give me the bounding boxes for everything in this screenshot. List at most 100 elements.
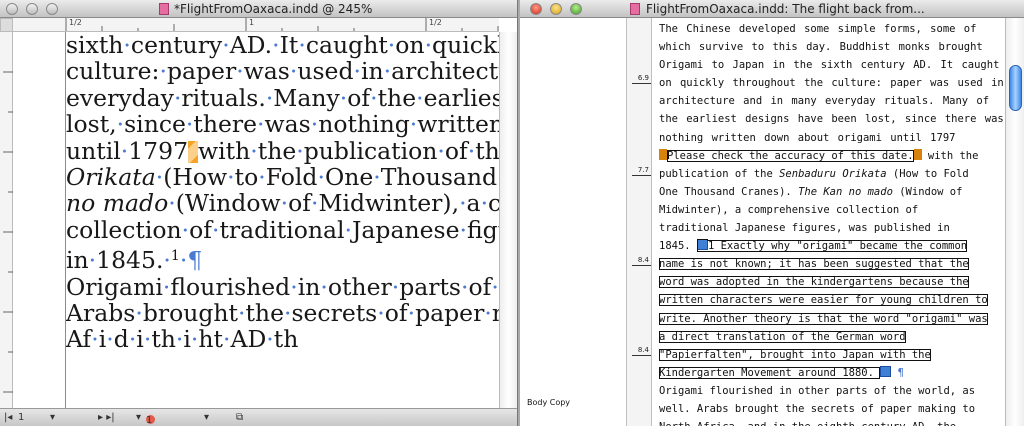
word: paper [415,299,485,328]
layout-line: Origami·flourished·in·other·parts·of·the… [66,272,499,301]
close-button[interactable] [6,3,18,15]
word: ht [198,325,223,354]
word: i [183,325,191,354]
title-bar[interactable]: *FlightFromOaxaca.indd @ 245% [0,0,517,18]
zoom-button[interactable] [46,3,58,15]
pasteboard [13,32,66,408]
word: a [466,189,481,218]
scroll-thumb[interactable] [1009,65,1022,111]
space-marker: · [407,299,416,328]
italic-text: The Kan no mado [798,185,893,198]
space-marker: · [296,136,304,165]
word: other [327,272,392,301]
space-marker: · [344,215,352,244]
story-line: North Africa, and in the eighth century … [657,418,1005,426]
title-bar[interactable]: FlightFromOaxaca.indd: The flight back f… [520,0,1024,18]
word: Midwinter), [318,189,460,218]
layout-line: collection·of·traditional·Japanese·figur… [66,217,499,243]
space-marker: · [317,163,325,192]
word: traditional [219,215,345,244]
line-text: Midwinter), a comprehensive collection o… [659,203,919,216]
minimize-button[interactable] [26,3,38,15]
space-marker: · [353,57,361,86]
ruler-origin[interactable] [0,18,13,32]
word: on [395,32,425,59]
inline-note[interactable]: Please check the accuracy of this date. [667,149,914,162]
page-text-frame[interactable]: sixth·century·AD.·It·caught·on·quickly·t… [66,32,499,408]
story-line: Please check the accuracy of this date. … [657,147,1005,165]
close-button[interactable] [530,3,542,15]
error-count: 1 error [146,415,153,426]
vertical-scrollbar[interactable] [499,32,517,408]
space-marker: · [424,32,433,59]
story-line: The Chinese developed some simple forms,… [657,20,1005,38]
space-marker: · [383,57,392,86]
word: paper [166,57,237,86]
space-marker: · [459,189,467,218]
word: with [198,136,251,165]
minimize-button[interactable] [550,3,562,15]
page-number[interactable]: 1 [18,412,24,423]
footnote-text[interactable]: written characters were easier for young… [659,294,988,307]
space-marker: · [480,189,489,218]
word: in [360,57,384,86]
resize-icon[interactable]: ⧉ [236,412,243,423]
story-line: publication of the Senbaduru Orikata (Ho… [657,165,1005,183]
vertical-scrollbar[interactable] [1005,18,1024,426]
layout-text[interactable]: sixth·century·AD.·It·caught·on·quickly·t… [66,32,499,353]
word: used [297,57,354,86]
page-menu-icon[interactable]: ▾ [50,412,55,423]
word: the [475,136,499,165]
space-marker: · [280,189,289,218]
zoom-button[interactable] [570,3,582,15]
horizontal-ruler[interactable]: 1/2 1 1/2 [13,18,499,32]
line-text: The Chinese developed some simple forms,… [659,23,977,35]
footnote-text[interactable]: write. Another theory is that the word "… [659,312,988,325]
story-line: Kindergarten Movement around 1880. ¶ [657,364,1005,382]
line-text: nothing written down about origami until… [659,131,956,144]
note-close-icon[interactable] [913,148,922,160]
depth-ruler: 6.9 7.7 8.4 8.4 [626,18,652,426]
footnote-end-icon[interactable] [880,365,892,377]
story-line: "Papierfalten", brought into Japan with … [657,346,1005,364]
footnote-text[interactable]: Kindergarten Movement around 1880. [659,366,881,379]
word: Many [273,83,340,112]
note-anchor-icon[interactable] [188,140,199,163]
story-line: traditional Japanese figures, was publis… [657,219,1005,237]
vertical-ruler[interactable] [0,32,13,408]
space-marker: · [370,83,378,112]
footnote-text[interactable]: "Papierfalten", brought into Japan with … [659,348,931,361]
word: making [492,299,499,327]
window-title: FlightFromOaxaca.indd: The flight back f… [646,2,925,16]
preflight-menu-icon[interactable]: ▾ [136,412,141,423]
story-text[interactable]: The Chinese developed some simple forms,… [657,18,1005,426]
word: Japanese [352,215,460,244]
footnote-text[interactable]: a direct translation of the German word [659,330,906,343]
word: th [151,325,176,354]
note-open-icon[interactable] [659,148,667,160]
story-line: name is not known; it has been suggested… [657,255,1005,273]
footnote-text[interactable]: word was adopted in the kindergartens be… [659,276,969,289]
word: Origami [66,272,163,301]
word: everyday [66,83,174,112]
ruler-label: 1/2 [429,18,442,27]
word: parts [399,272,461,301]
word: It [279,32,299,59]
word: nothing [318,110,410,139]
story-line: One Thousand Cranes). The Kan no mado (W… [657,183,1005,201]
story-line: written characters were easier for young… [657,291,1005,309]
next-page-icon[interactable]: ▸ ▸| [98,412,115,423]
word: One [324,163,374,192]
space-marker: · [168,189,176,218]
word: of [384,299,408,328]
preflight-options-icon[interactable]: ▾ [204,412,209,423]
line-text: Origami flourished in other parts of the… [659,384,976,397]
first-page-icon[interactable]: |◂ [4,412,12,423]
layout-line: Orikata·(How·to·Fold·One·Thousand·Cra [66,164,499,190]
footnote-start-icon[interactable] [696,239,708,251]
line-text: (Window of [892,185,963,198]
space-marker: · [290,272,298,301]
footnote-text[interactable]: name is not known; it has been suggested… [659,258,969,271]
footnote-box[interactable]: 1 Exactly why "origami" became the commo… [696,239,968,253]
story-line: 1845. 1 Exactly why "origami" became the… [657,237,1005,255]
